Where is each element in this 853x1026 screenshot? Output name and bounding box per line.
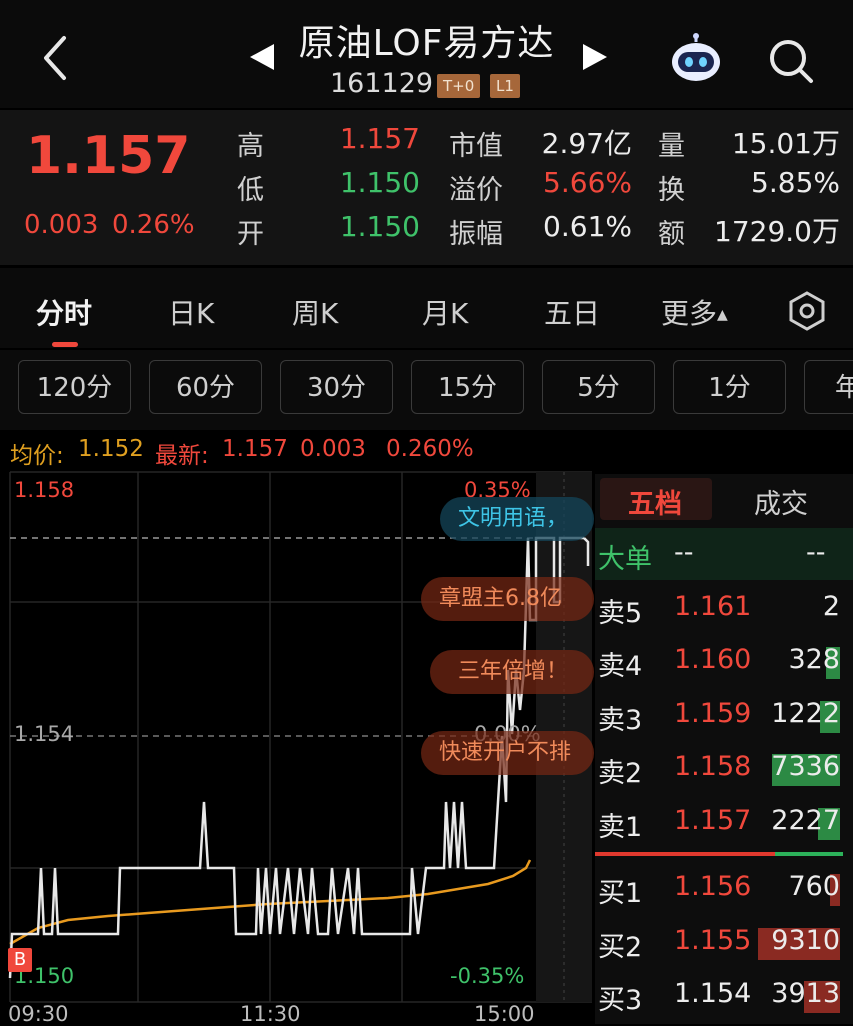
tab-monthly-k[interactable]: 月K <box>422 292 468 332</box>
amplitude-label: 振幅 <box>449 219 503 250</box>
x-axis-close: 15:00 <box>474 1002 535 1026</box>
period-1min[interactable]: 1分 <box>673 360 786 414</box>
ask4-label: 卖4 <box>598 651 643 682</box>
barrage-message-1[interactable]: 文明用语， <box>440 497 594 541</box>
stock-title: 原油LOF易方达 <box>298 23 555 64</box>
period-5min[interactable]: 5分 <box>542 360 655 414</box>
tab-intraday[interactable]: 分时 <box>36 292 92 332</box>
open-label: 开 <box>237 219 264 250</box>
big-order-a: -- <box>674 537 694 568</box>
amount-value: 1729.0万 <box>714 215 840 248</box>
ask5-label: 卖5 <box>598 598 643 629</box>
ask2-label: 卖2 <box>598 758 643 789</box>
ask3-label: 卖3 <box>598 705 643 736</box>
period-30min[interactable]: 30分 <box>280 360 393 414</box>
robot-assistant-icon[interactable] <box>668 32 724 84</box>
info-change-pct: 0.260% <box>386 436 474 462</box>
buy-marker[interactable]: B <box>8 948 32 972</box>
ask3-volume: 1222 <box>771 698 840 729</box>
y-axis-mid: 1.154 <box>14 722 75 746</box>
bid3-label: 买3 <box>598 985 643 1016</box>
caret-up-icon: ▲ <box>717 307 728 323</box>
big-order-b: -- <box>806 537 826 568</box>
latest-value: 1.157 <box>222 436 288 462</box>
latest-label: 最新: <box>155 443 209 469</box>
stock-code: 161129 <box>330 68 434 99</box>
bid2-volume: 9310 <box>771 925 840 956</box>
low-label: 低 <box>237 175 264 206</box>
bid2-label: 买2 <box>598 932 643 963</box>
high-value: 1.157 <box>339 122 420 155</box>
tab-more[interactable]: 更多▲ <box>661 292 728 332</box>
amplitude-value: 0.61% <box>543 210 632 243</box>
active-tab-indicator <box>52 342 78 347</box>
x-axis-midday: 11:30 <box>240 1002 301 1026</box>
tab-more-label: 更多 <box>661 297 718 330</box>
tab-daily-k[interactable]: 日K <box>168 292 214 332</box>
avg-price-label: 均价: <box>10 443 64 469</box>
amount-label: 额 <box>658 219 685 250</box>
period-15min[interactable]: 15分 <box>411 360 524 414</box>
ask2-volume: 7336 <box>771 751 840 782</box>
volume-label: 量 <box>658 131 685 162</box>
bid1-label: 买1 <box>598 878 643 909</box>
settings-hexagon-icon[interactable] <box>786 290 828 332</box>
bid1-volume: 760 <box>788 871 840 902</box>
next-stock-icon[interactable] <box>583 44 607 70</box>
tab-trades[interactable]: 成交 <box>754 482 808 521</box>
open-value: 1.150 <box>339 210 420 243</box>
ask1-label: 卖1 <box>598 812 643 843</box>
premium-label: 溢价 <box>449 175 503 206</box>
period-year[interactable]: 年 <box>804 360 853 414</box>
pct-axis-bottom: -0.35% <box>450 964 525 988</box>
price-change-pct: 0.26% <box>112 210 195 240</box>
tab-weekly-k[interactable]: 周K <box>292 292 338 332</box>
volume-value: 15.01万 <box>731 127 840 160</box>
barrage-message-4[interactable]: 快速开户不排 <box>421 731 594 775</box>
ask4-volume: 328 <box>788 644 840 675</box>
tab-five-levels[interactable]: 五档 <box>628 482 682 521</box>
mcap-value: 2.97亿 <box>541 127 632 160</box>
sell-strength-bar <box>775 852 843 856</box>
big-order-label: 大单 <box>598 544 652 575</box>
bid3-volume: 3913 <box>771 978 840 1009</box>
avg-price-value: 1.152 <box>78 436 144 462</box>
info-change: 0.003 <box>300 436 366 462</box>
high-label: 高 <box>237 131 264 162</box>
premium-value: 5.66% <box>543 166 632 199</box>
barrage-message-3[interactable]: 三年倍增！ <box>430 650 594 694</box>
tag-l1: L1 <box>490 74 520 98</box>
tab-five-day[interactable]: 五日 <box>544 292 600 332</box>
barrage-message-2[interactable]: 章盟主6.8亿 <box>421 577 594 621</box>
buy-strength-bar <box>595 852 775 856</box>
turnover-label: 换 <box>658 175 685 206</box>
mcap-label: 市值 <box>449 131 503 162</box>
x-axis-open: 09:30 <box>8 1002 69 1026</box>
price-change: 0.003 <box>24 210 99 240</box>
period-60min[interactable]: 60分 <box>149 360 262 414</box>
y-axis-top: 1.158 <box>14 478 75 502</box>
tag-t0: T+0 <box>437 74 481 98</box>
period-120min[interactable]: 120分 <box>18 360 131 414</box>
last-price: 1.157 <box>26 126 191 186</box>
low-value: 1.150 <box>339 166 420 199</box>
turnover-value: 5.85% <box>751 166 840 199</box>
ask5-volume: 2 <box>822 591 840 622</box>
ask1-volume: 2227 <box>771 805 840 836</box>
search-icon[interactable] <box>766 36 816 86</box>
